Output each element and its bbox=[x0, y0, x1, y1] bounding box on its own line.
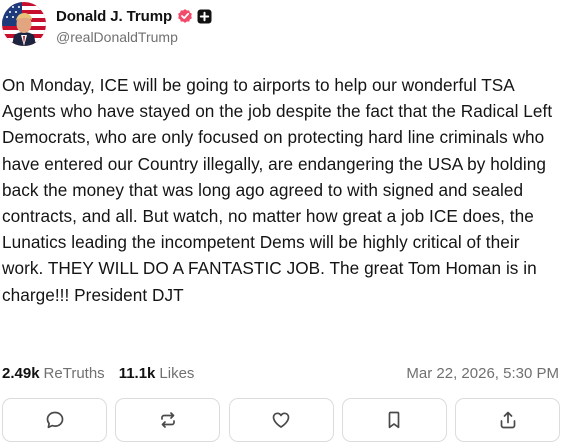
post-text: On Monday, ICE will be going to airports… bbox=[2, 75, 553, 305]
post-timestamp[interactable]: Mar 22, 2026, 5:30 PM bbox=[406, 365, 559, 382]
plus-badge-icon bbox=[197, 9, 212, 23]
retruths-stat[interactable]: 2.49k ReTruths bbox=[2, 365, 105, 382]
verified-badge-icon bbox=[178, 9, 192, 23]
author-info: Donald J. Trump @realDonaldTrump bbox=[56, 6, 212, 45]
retruths-label: ReTruths bbox=[43, 364, 105, 382]
likes-count: 11.1k bbox=[118, 364, 156, 382]
author-handle[interactable]: @realDonaldTrump bbox=[56, 29, 212, 45]
post-stats: 2.49k ReTruths 11.1k Likes Mar 22, 2026,… bbox=[2, 362, 559, 384]
name-row: Donald J. Trump bbox=[56, 6, 212, 26]
bookmark-button[interactable] bbox=[341, 398, 447, 442]
post-card: Donald J. Trump @realDonaldTrump On Mond… bbox=[0, 0, 562, 443]
share-icon bbox=[500, 411, 515, 429]
heart-icon bbox=[272, 412, 290, 428]
retruths-count: 2.49k bbox=[2, 364, 40, 382]
avatar[interactable] bbox=[2, 2, 46, 46]
share-button[interactable] bbox=[455, 398, 560, 442]
likes-label: Likes bbox=[159, 364, 195, 382]
like-button[interactable] bbox=[228, 398, 334, 442]
retruth-button[interactable] bbox=[115, 398, 221, 442]
display-name[interactable]: Donald J. Trump bbox=[56, 8, 172, 25]
reply-button[interactable] bbox=[2, 398, 107, 442]
comment-icon bbox=[46, 411, 63, 429]
action-bar bbox=[0, 398, 562, 442]
post-header: Donald J. Trump @realDonaldTrump bbox=[2, 2, 212, 50]
likes-stat[interactable]: 11.1k Likes bbox=[119, 365, 195, 382]
bookmark-icon bbox=[388, 411, 400, 429]
repost-icon bbox=[160, 412, 175, 428]
